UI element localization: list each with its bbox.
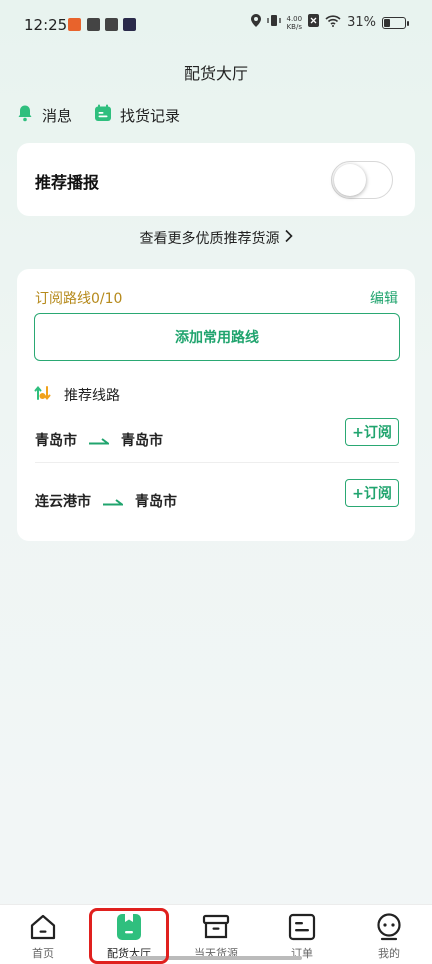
route-destination: 青岛市 [121, 433, 163, 449]
notification-icon [68, 18, 81, 31]
more-recommended-link[interactable]: 查看更多优质推荐货源 [0, 228, 432, 248]
notification-icon [87, 18, 100, 31]
find-cargo-record-label: 找货记录 [120, 106, 181, 125]
home-icon [29, 913, 57, 941]
bell-icon [16, 104, 34, 126]
location-icon [250, 14, 261, 31]
tab-home-label: 首页 [32, 947, 54, 960]
battery-percent: 31% [347, 15, 376, 30]
broadcast-label: 推荐播报 [35, 173, 100, 192]
cargo-hall-icon [115, 913, 143, 941]
tab-profile-label: 我的 [378, 947, 400, 960]
route-swap-icon [34, 384, 52, 406]
broadcast-card: 推荐播报 [17, 143, 415, 216]
divider [35, 462, 399, 463]
route-destination: 青岛市 [135, 494, 177, 510]
battery-level [384, 18, 390, 27]
notification-icon [123, 18, 136, 31]
messages-label: 消息 [42, 106, 73, 125]
vibrate-icon [266, 14, 281, 31]
wifi-icon [325, 14, 341, 31]
route-row: 青岛市 青岛市 +订阅 [35, 418, 399, 458]
toggle-knob [334, 164, 366, 196]
record-icon [94, 104, 112, 126]
status-bar: 12:25 4.00 KB/s 31% [0, 0, 432, 50]
add-route-button[interactable]: 添加常用路线 [34, 313, 400, 361]
home-indicator[interactable] [130, 956, 302, 960]
quick-links: 消息 找货记录 [16, 104, 180, 126]
subscribed-routes-title: 订阅路线0/10 [35, 291, 123, 307]
route-origin: 连云港市 [35, 494, 91, 510]
find-cargo-record-link[interactable]: 找货记录 [94, 104, 180, 126]
notification-icon [105, 18, 118, 31]
route-row: 连云港市 青岛市 +订阅 [35, 479, 399, 519]
tab-home[interactable]: 首页 [0, 905, 86, 964]
routes-card: 订阅路线0/10 编辑 添加常用路线 推荐线路 青岛市 青岛市 +订阅 连云港市… [17, 269, 415, 541]
status-time: 12:25 [24, 16, 68, 34]
subscribe-button[interactable]: +订阅 [345, 479, 399, 507]
route-origin: 青岛市 [35, 433, 77, 449]
network-speed: 4.00 KB/s [286, 14, 303, 31]
bottom-tab-bar: 首页 配货大厅 当天货源 订单 我的 [0, 904, 432, 964]
arrow-right-icon [103, 493, 125, 512]
recommended-routes-title: 推荐线路 [64, 388, 120, 404]
box-icon [202, 913, 230, 941]
broadcast-toggle[interactable] [331, 161, 393, 199]
messages-link[interactable]: 消息 [16, 104, 72, 126]
page-title: 配货大厅 [183, 64, 248, 83]
order-icon [288, 913, 316, 941]
chevron-right-icon [284, 229, 293, 247]
battery-icon [382, 16, 409, 29]
edit-button[interactable]: 编辑 [370, 288, 398, 308]
profile-icon [375, 913, 403, 941]
arrow-right-icon [89, 432, 111, 451]
recommended-routes-header: 推荐线路 [34, 384, 120, 406]
more-recommended-label: 查看更多优质推荐货源 [139, 231, 280, 247]
subscribe-button[interactable]: +订阅 [345, 418, 399, 446]
sim-icon [308, 14, 320, 31]
tab-profile[interactable]: 我的 [346, 905, 432, 964]
